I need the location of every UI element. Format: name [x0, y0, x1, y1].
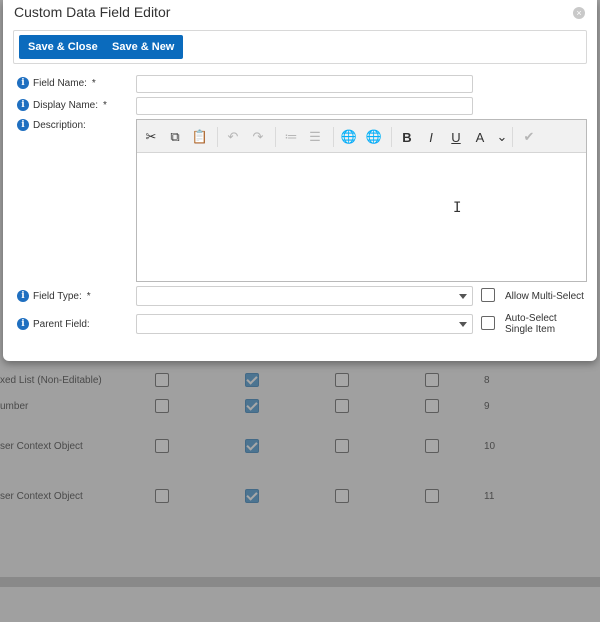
paste-icon[interactable]: 📋 — [191, 128, 209, 146]
close-icon[interactable]: × — [573, 7, 585, 19]
description-rich-text-editor: ✂ ⧉ 📋 ↶ ↷ ≔ ☰ 🌐 🌐 B I U A ⌄ ✔ I — [136, 119, 587, 282]
numbered-list-icon[interactable]: ≔ — [282, 128, 300, 146]
info-icon[interactable]: i — [17, 318, 29, 330]
info-icon[interactable]: i — [17, 99, 29, 111]
display-name-label: i Display Name: * — [17, 99, 107, 111]
toolbar-separator — [333, 127, 334, 147]
auto-select-label-line2: Single Item — [505, 324, 556, 335]
field-name-label-text: Field Name: — [33, 77, 87, 89]
auto-select-single-item-label: Auto-Select Single Item — [505, 313, 595, 335]
description-label-text: Description: — [33, 119, 86, 131]
italic-icon[interactable]: I — [422, 128, 440, 146]
info-icon[interactable]: i — [17, 77, 29, 89]
custom-data-field-editor-dialog: Custom Data Field Editor × Save & Close … — [3, 0, 597, 361]
toolbar-separator — [275, 127, 276, 147]
display-name-label-text: Display Name: — [33, 99, 99, 111]
field-type-select[interactable] — [136, 286, 473, 306]
chevron-down-icon — [459, 322, 467, 327]
dialog-action-bar: Save & Close Save & New — [13, 30, 587, 64]
save-close-button[interactable]: Save & Close — [19, 35, 107, 59]
insert-link-icon[interactable]: 🌐 — [340, 128, 358, 146]
parent-field-select[interactable] — [136, 314, 473, 334]
toolbar-separator — [391, 127, 392, 147]
save-new-button[interactable]: Save & New — [103, 35, 184, 59]
allow-multi-select-label: Allow Multi-Select — [505, 291, 584, 302]
remove-link-icon[interactable]: 🌐 — [365, 128, 383, 146]
redo-icon[interactable]: ↷ — [249, 128, 267, 146]
required-asterisk: * — [86, 290, 91, 302]
info-icon[interactable]: i — [17, 119, 29, 131]
font-color-icon[interactable]: A — [471, 128, 489, 146]
field-type-label: i Field Type: * — [17, 290, 91, 302]
auto-select-single-item-checkbox[interactable] — [481, 316, 495, 330]
info-icon[interactable]: i — [17, 290, 29, 302]
toolbar-separator — [217, 127, 218, 147]
toolbar-separator — [512, 127, 513, 147]
text-cursor-icon: I — [453, 200, 462, 216]
copy-icon[interactable]: ⧉ — [166, 128, 184, 146]
display-name-input[interactable] — [136, 97, 473, 115]
dialog-title: Custom Data Field Editor — [14, 4, 171, 20]
parent-field-label: i Parent Field: — [17, 318, 90, 330]
allow-multi-select-checkbox[interactable] — [481, 288, 495, 302]
required-asterisk: * — [103, 99, 107, 111]
dropdown-chevron-icon[interactable]: ⌄ — [493, 128, 511, 146]
cut-icon[interactable]: ✂ — [142, 128, 160, 146]
parent-field-label-text: Parent Field: — [33, 318, 90, 330]
field-name-label: i Field Name: * — [17, 77, 96, 89]
description-label: i Description: — [17, 119, 86, 131]
description-editor-body[interactable]: I — [137, 153, 586, 281]
field-name-input[interactable] — [136, 75, 473, 93]
undo-icon[interactable]: ↶ — [224, 128, 242, 146]
editor-toolbar: ✂ ⧉ 📋 ↶ ↷ ≔ ☰ 🌐 🌐 B I U A ⌄ ✔ — [137, 120, 586, 153]
field-type-label-text: Field Type: — [33, 290, 82, 302]
auto-select-label-line1: Auto-Select — [505, 313, 557, 324]
bullet-list-icon[interactable]: ☰ — [306, 128, 324, 146]
underline-icon[interactable]: U — [447, 128, 465, 146]
bold-icon[interactable]: B — [398, 128, 416, 146]
spellcheck-icon[interactable]: ✔ — [520, 128, 538, 146]
required-asterisk: * — [91, 77, 96, 89]
chevron-down-icon — [459, 294, 467, 299]
